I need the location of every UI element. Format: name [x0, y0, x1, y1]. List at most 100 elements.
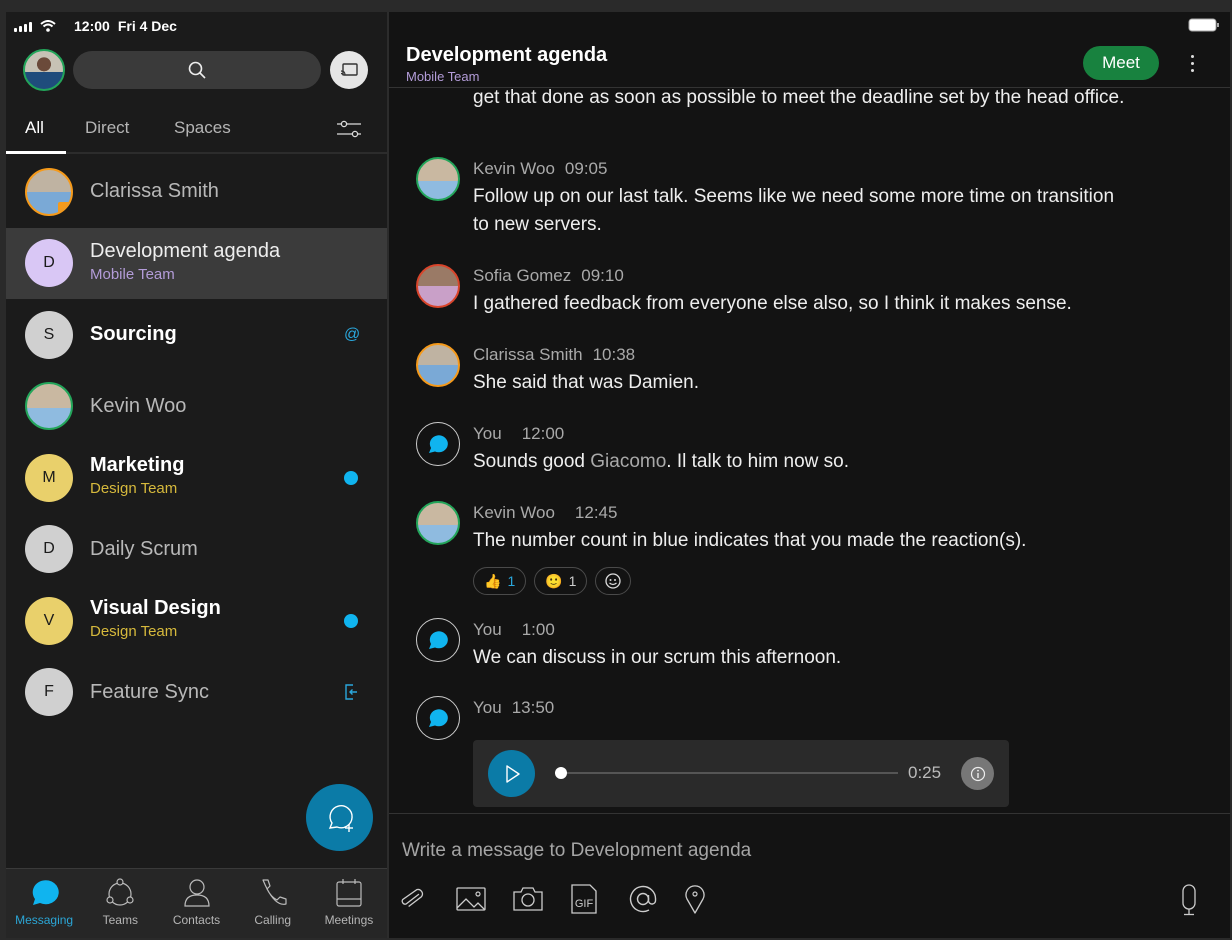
tab-spaces[interactable]: Spaces [174, 118, 231, 138]
camera-button[interactable] [513, 882, 570, 916]
active-tab-indicator [6, 151, 66, 154]
chat-subtitle[interactable]: Mobile Team [406, 69, 479, 84]
meet-button[interactable]: Meet [1083, 46, 1159, 80]
microphone-button[interactable] [1180, 884, 1198, 921]
message-composer: GIF [389, 813, 1230, 938]
sender-avatar[interactable] [416, 264, 460, 308]
conversation-visual-design[interactable]: V Visual Design Design Team [6, 585, 387, 657]
tab-direct[interactable]: Direct [85, 118, 129, 138]
message-time: 1:00 [521, 620, 555, 639]
image-icon [456, 887, 486, 911]
avatar-initial: D [43, 254, 55, 272]
play-icon [505, 764, 520, 783]
filter-sliders-icon[interactable] [336, 118, 362, 140]
message-list[interactable]: get that done as soon as possible to mee… [389, 89, 1230, 813]
tab-all[interactable]: All [25, 118, 44, 138]
nav-label: Contacts [172, 913, 221, 927]
audio-progress-knob[interactable] [555, 767, 567, 779]
conversation-team: Design Team [90, 480, 178, 497]
in-meeting-badge-icon [58, 201, 71, 214]
message-text: I gathered feedback from everyone else a… [473, 293, 1072, 314]
sender-avatar[interactable] [416, 422, 460, 466]
message-text-part: Sounds good [473, 451, 591, 472]
sender-avatar[interactable] [416, 343, 460, 387]
svg-text:GIF: GIF [575, 898, 594, 910]
nav-label: Messaging [15, 913, 74, 927]
new-message-icon [328, 804, 353, 832]
avatar-initial: S [43, 325, 55, 343]
message-text: The number count in blue indicates that … [473, 530, 1027, 551]
nav-meetings[interactable]: Meetings [311, 869, 387, 938]
location-icon [685, 885, 705, 914]
conversation-kevin-woo[interactable]: Kevin Woo [6, 371, 387, 443]
nav-label: Calling [254, 913, 292, 927]
mention-button[interactable] [627, 882, 684, 916]
info-icon [970, 766, 985, 781]
bottom-navigation: Messaging Teams Contacts Calling Meeting… [6, 868, 387, 938]
my-avatar[interactable] [23, 49, 65, 91]
audio-info-button[interactable] [961, 757, 994, 790]
nav-calling[interactable]: Calling [235, 869, 311, 938]
reaction-thumbs-up[interactable]: 👍 1 [473, 567, 527, 595]
status-bar: 12:00 Fri 4 Dec [14, 16, 177, 36]
nav-label: Teams [102, 913, 138, 927]
sender-avatar[interactable] [416, 618, 460, 662]
conversation-clarissa-smith[interactable]: Clarissa Smith [6, 156, 387, 228]
sender-name: Kevin Woo [473, 503, 555, 522]
image-button[interactable] [456, 882, 513, 916]
add-reaction-button[interactable] [595, 567, 632, 595]
app-window: 12:00 Fri 4 Dec All Direct Spaces Claris… [6, 12, 1230, 938]
conversation-sourcing[interactable]: S Sourcing @ [6, 299, 387, 371]
message-text-part: . Il talk to him now so. [666, 451, 849, 472]
message-time: 09:05 [564, 159, 608, 178]
phone-icon [262, 879, 287, 905]
conversation-name: Clarissa Smith [90, 180, 219, 203]
join-meeting-icon[interactable] [344, 684, 358, 700]
mention-link[interactable]: Giacomo [590, 451, 666, 472]
nav-teams[interactable]: Teams [82, 869, 158, 938]
message-text: We can discuss in our scrum this afterno… [473, 647, 842, 668]
avatar-initial: D [43, 540, 55, 558]
conversation-team: Mobile Team [90, 265, 175, 283]
avatar [25, 167, 73, 216]
play-button[interactable] [488, 750, 535, 797]
smile-icon: 🙂 [545, 572, 563, 589]
nav-contacts[interactable]: Contacts [158, 869, 234, 938]
message-time: 09:10 [581, 266, 624, 285]
conversation-feature-sync[interactable]: F Feature Sync [6, 657, 387, 729]
avatar: F [25, 668, 73, 717]
reaction-count: 1 [568, 573, 577, 589]
reaction-smile[interactable]: 🙂 1 [534, 567, 588, 595]
sender-name: You [473, 698, 502, 717]
screen-share-button[interactable] [330, 51, 368, 89]
sender-name: Clarissa Smith [473, 345, 583, 364]
sender-name: Sofia Gomez [473, 266, 572, 285]
sender-avatar[interactable] [416, 157, 460, 201]
avatar-initial: F [44, 683, 54, 701]
avatar: D [25, 239, 73, 288]
cellular-signal-icon [14, 21, 32, 32]
message-input[interactable] [402, 836, 1202, 866]
conversation-marketing[interactable]: M Marketing Design Team [6, 442, 387, 514]
gif-button[interactable]: GIF [570, 882, 627, 916]
search-button[interactable] [73, 51, 321, 89]
chat-title: Development agenda [406, 44, 608, 66]
avatar [25, 382, 73, 431]
chat-pane: Development agenda Mobile Team Meet get … [389, 12, 1230, 938]
attach-button[interactable] [399, 882, 456, 916]
sender-name: You [473, 424, 502, 443]
nav-label: Meetings [324, 913, 374, 927]
sender-avatar[interactable] [416, 696, 460, 740]
nav-messaging[interactable]: Messaging [6, 869, 82, 938]
voice-message-player: 0:25 [473, 740, 1009, 807]
conversation-list-pane: 12:00 Fri 4 Dec All Direct Spaces Claris… [6, 12, 387, 938]
location-button[interactable] [684, 882, 741, 916]
conversation-development-agenda[interactable]: D Development agenda Mobile Team [6, 227, 387, 299]
message-text: She said that was Damien. [473, 372, 700, 393]
conversation-daily-scrum[interactable]: D Daily Scrum [6, 514, 387, 586]
new-conversation-button[interactable] [306, 784, 373, 851]
more-options-icon[interactable] [1187, 48, 1197, 78]
audio-progress-slider[interactable] [555, 767, 898, 779]
sender-avatar[interactable] [416, 501, 460, 545]
conversation-name: Development agenda [90, 239, 281, 262]
